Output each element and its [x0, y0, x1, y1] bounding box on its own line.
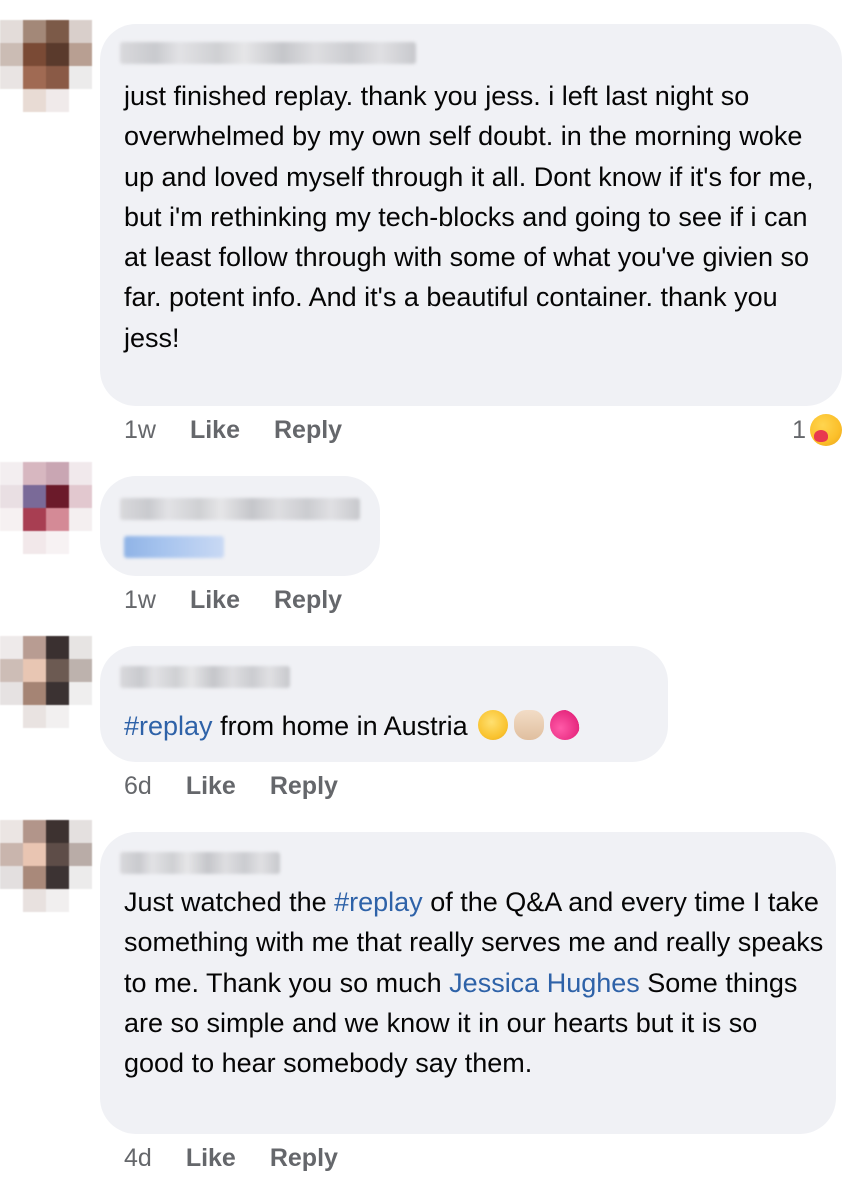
comment-text: Just watched the #replay of the Q&A and …: [124, 882, 824, 1083]
like-button[interactable]: Like: [186, 772, 236, 801]
comment-bubble: Just watched the #replay of the Q&A and …: [100, 832, 836, 1134]
reaction-summary[interactable]: 1: [792, 414, 842, 446]
like-button[interactable]: Like: [190, 416, 240, 445]
timestamp[interactable]: 1w: [124, 586, 156, 615]
hashtag-link[interactable]: #replay: [124, 711, 213, 741]
timestamp[interactable]: 1w: [124, 416, 156, 445]
comment-text: just finished replay. thank you jess. i …: [124, 81, 814, 353]
author-name[interactable]: [120, 42, 416, 64]
like-button[interactable]: Like: [186, 1144, 236, 1173]
two-hearts-icon: [549, 710, 580, 740]
avatar[interactable]: [0, 462, 92, 554]
author-name[interactable]: [120, 852, 280, 874]
comment-text: #replay from home in Austria: [124, 706, 580, 746]
timestamp[interactable]: 4d: [124, 1144, 152, 1173]
comment-actions: 6d Like Reply: [124, 772, 372, 801]
victory-hand-icon: [513, 710, 544, 740]
like-button[interactable]: Like: [190, 586, 240, 615]
star-struck-face-icon: [477, 710, 508, 740]
comment-text-part: Just watched the: [124, 887, 335, 917]
author-name[interactable]: [120, 666, 290, 688]
comment-text-obscured: [124, 536, 224, 558]
reply-button[interactable]: Reply: [274, 416, 342, 445]
reply-button[interactable]: Reply: [270, 1144, 338, 1173]
hashtag-link[interactable]: #replay: [334, 887, 423, 917]
comment-actions: 1w Like Reply: [124, 416, 376, 445]
timestamp[interactable]: 6d: [124, 772, 152, 801]
comment-bubble: #replay from home in Austria: [100, 646, 668, 762]
author-name[interactable]: [120, 498, 360, 520]
comment-text-body: from home in Austria: [212, 711, 468, 741]
avatar[interactable]: [0, 636, 92, 728]
reaction-count: 1: [792, 415, 806, 444]
comment-bubble: just finished replay. thank you jess. i …: [100, 24, 842, 406]
comment-actions: 1w Like Reply: [124, 586, 376, 615]
reply-button[interactable]: Reply: [274, 586, 342, 615]
hugging-heart-face-icon: [810, 414, 842, 446]
reply-button[interactable]: Reply: [270, 772, 338, 801]
mention-link[interactable]: Jessica Hughes: [449, 968, 640, 998]
comment-actions: 4d Like Reply: [124, 1144, 372, 1173]
avatar[interactable]: [0, 20, 92, 112]
comment-bubble: [100, 476, 380, 576]
avatar[interactable]: [0, 820, 92, 912]
